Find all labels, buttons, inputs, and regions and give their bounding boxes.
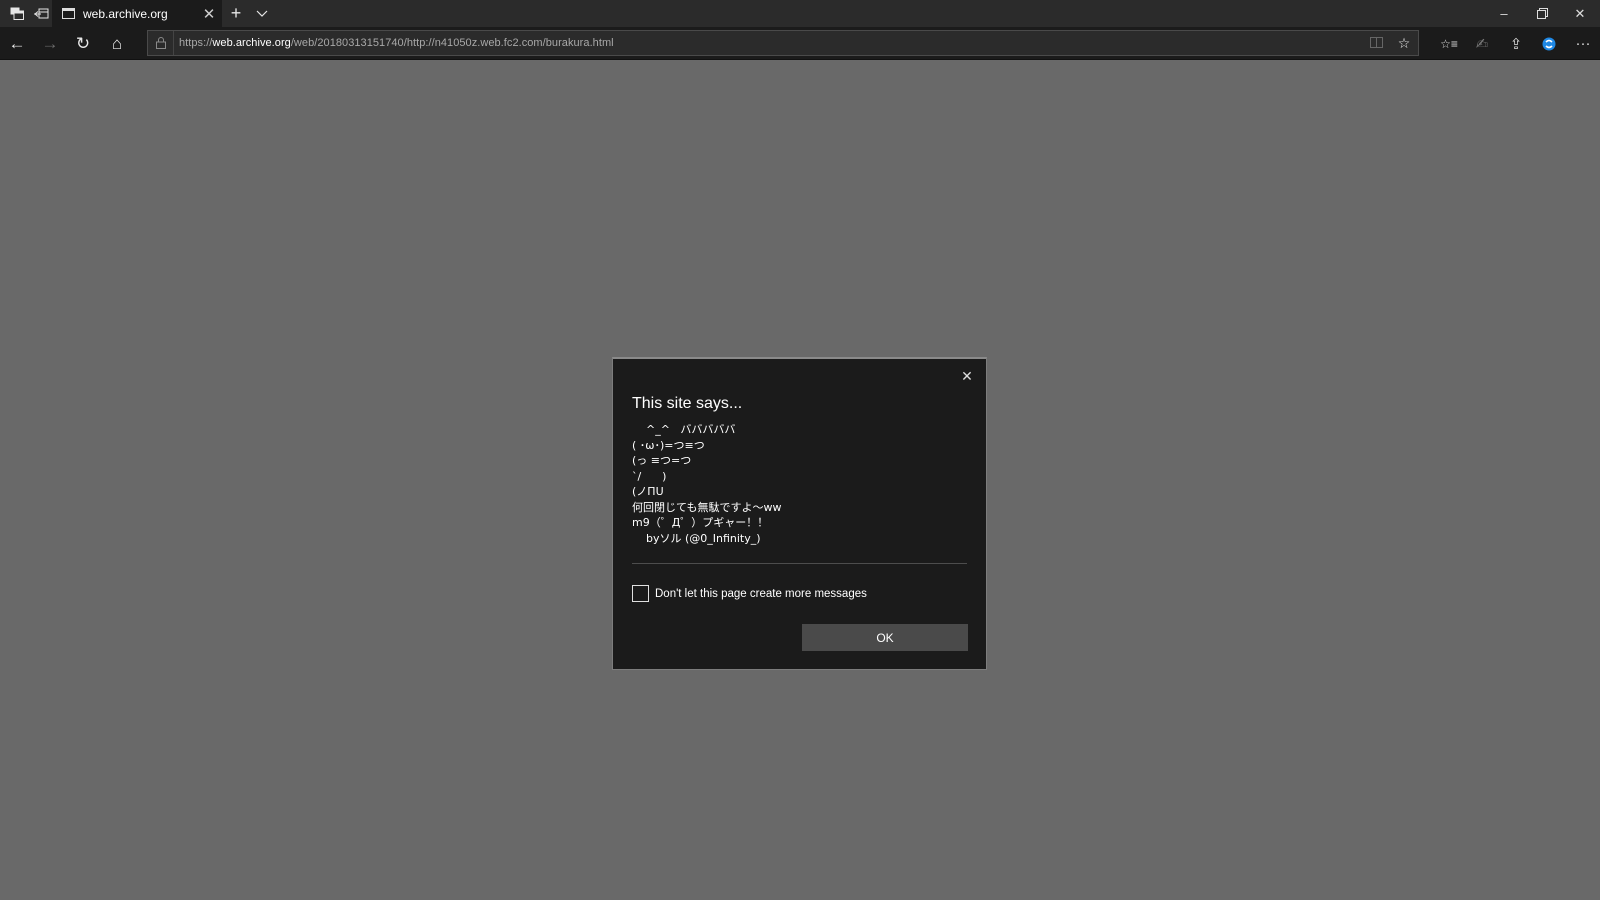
chevron-down-icon [256,10,268,17]
pen-icon: ✍ [1475,35,1489,53]
back-button[interactable]: ← [0,27,34,60]
suppress-messages-option[interactable]: Don't let this page create more messages [632,585,867,602]
forward-button[interactable]: → [33,27,67,60]
navigation-bar: ← → ↻ ⌂ https://web.archive.org/web/2018… [0,27,1600,60]
address-bar[interactable]: https://web.archive.org/web/201803131517… [147,30,1419,56]
refresh-button[interactable]: ↻ [66,27,100,60]
restore-icon [1536,8,1548,19]
alert-dialog: ✕ This site says... ^_^ バババババ ( ･ω･)=つ≡つ… [612,357,987,670]
tab-list-button[interactable] [245,0,279,27]
more-icon: ··· [1575,35,1591,52]
close-icon: ✕ [961,367,973,384]
web-notes-button[interactable]: ✍ [1465,27,1499,60]
share-button[interactable]: ⇪ [1499,27,1533,60]
page-icon [62,8,75,19]
more-button[interactable]: ··· [1566,27,1600,60]
arrow-right-icon: → [41,33,59,53]
tab-active[interactable]: web.archive.org ✕ [52,0,222,27]
home-button[interactable]: ⌂ [100,27,134,60]
tab-bar: web.archive.org ✕ + – ✕ [0,0,1600,27]
dialog-close-button[interactable]: ✕ [957,366,977,386]
refresh-icon: ↻ [75,33,91,53]
url-scheme: https:// [179,37,213,49]
restore-button[interactable] [1523,0,1561,27]
dialog-divider [632,563,967,564]
favorites-list-icon: ☆≡ [1440,36,1458,51]
reading-view-icon[interactable] [1362,35,1390,51]
url-host: web.archive.org [212,37,291,49]
url-text[interactable]: https://web.archive.org/web/201803131517… [174,37,614,49]
url-path: /web/20180313151740/http://n41050z.web.f… [290,37,614,49]
extension-icon [1542,37,1556,50]
favorites-hub-button[interactable]: ☆≡ [1432,27,1466,60]
close-icon: ✕ [1574,5,1586,21]
tab-title: web.archive.org [83,6,168,21]
lock-icon[interactable] [148,31,174,55]
extension-button[interactable] [1532,27,1566,60]
minimize-button[interactable]: – [1485,0,1523,27]
dialog-message: ^_^ バババババ ( ･ω･)=つ≡つ (っ ≡つ=つ `/ ) (ノΠU 何… [632,423,782,545]
minimize-icon: – [1500,6,1508,21]
plus-icon: + [230,3,242,23]
arrow-left-icon: ← [8,33,26,53]
suppress-messages-label[interactable]: Don't let this page create more messages [655,588,867,600]
share-icon: ⇪ [1509,35,1523,53]
home-icon: ⌂ [111,33,123,53]
favorite-star-icon[interactable]: ☆ [1390,35,1418,52]
ok-button[interactable]: OK [802,624,968,651]
dialog-title: This site says... [632,395,743,412]
close-window-button[interactable]: ✕ [1561,0,1599,27]
suppress-messages-checkbox[interactable] [632,585,649,602]
